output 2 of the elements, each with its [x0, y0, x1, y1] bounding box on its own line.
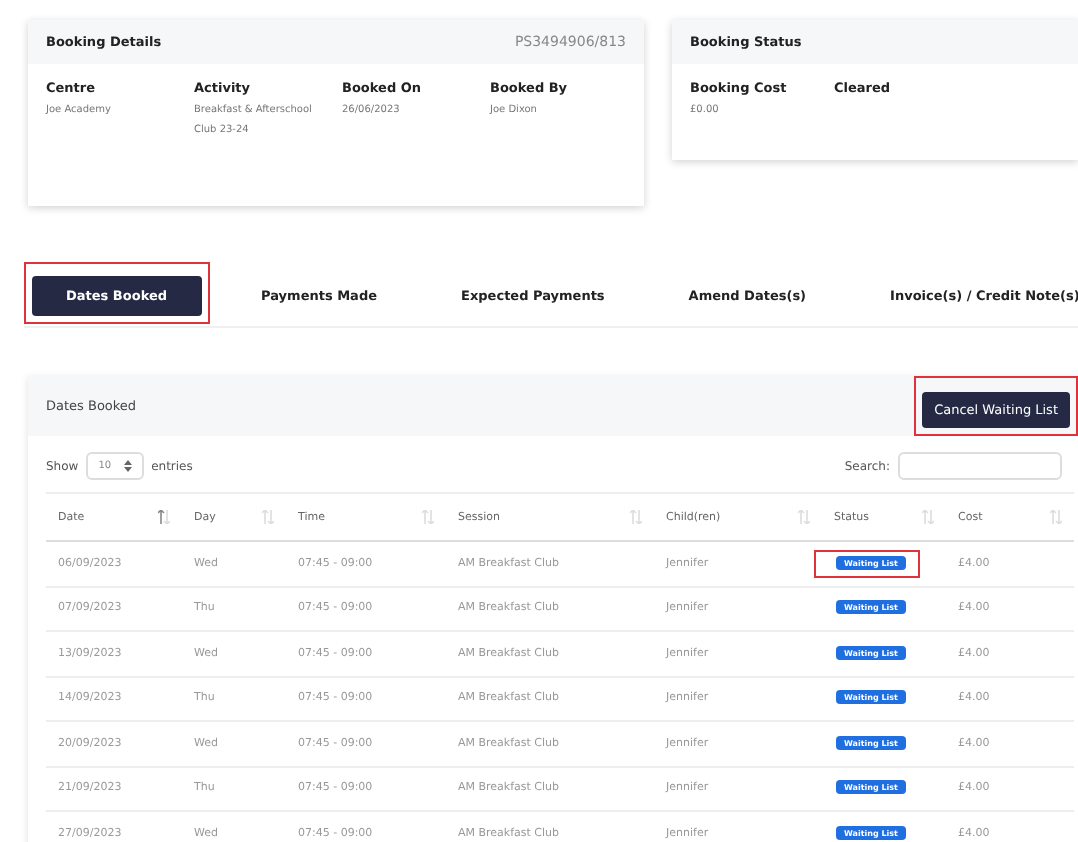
- stepper-arrows-icon: [123, 460, 132, 472]
- search-field[interactable]: [898, 452, 1062, 480]
